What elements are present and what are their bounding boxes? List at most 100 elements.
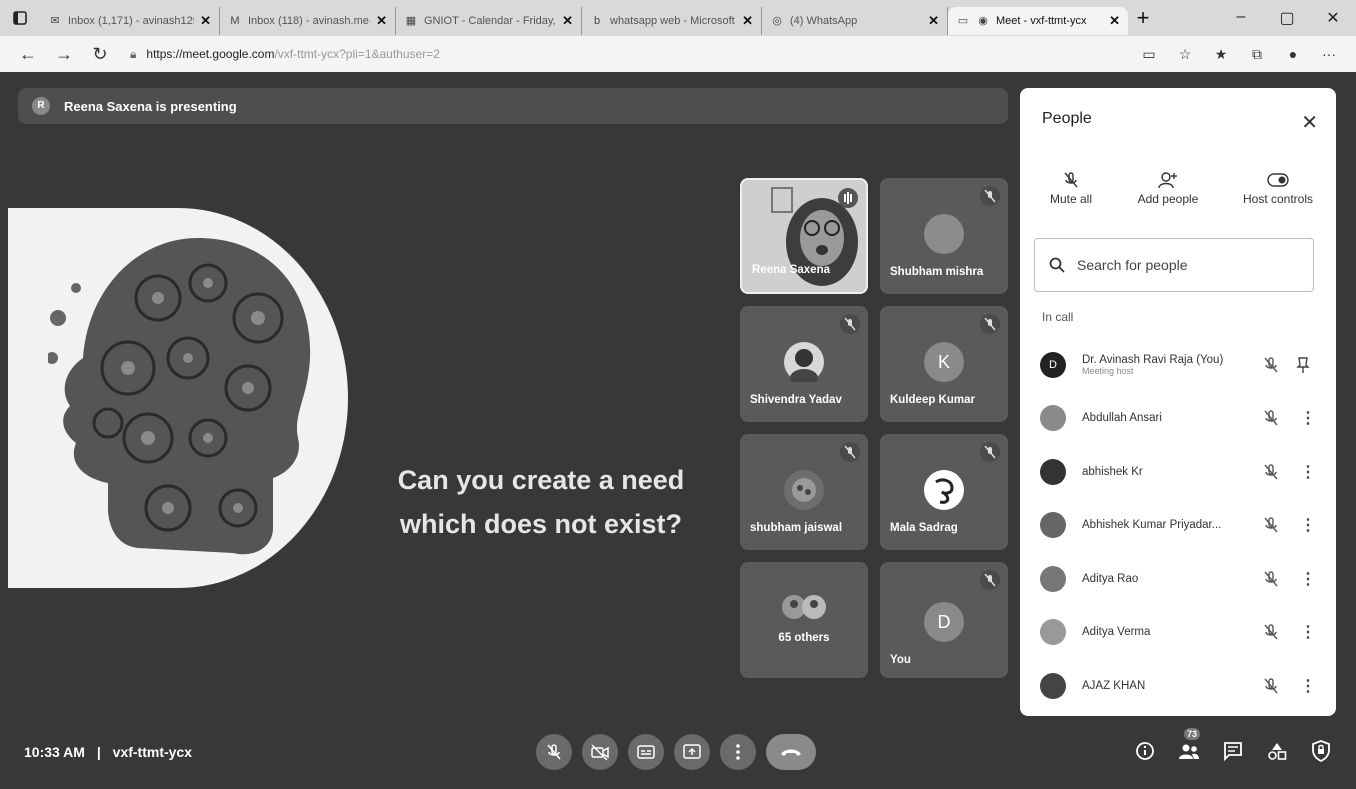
- participant-avatar: D: [1040, 351, 1066, 378]
- presenter-avatar: R: [32, 97, 50, 115]
- participant-tile[interactable]: K Kuldeep Kumar: [880, 306, 1008, 422]
- participant-row[interactable]: Abdullah Ansari ⋮: [1020, 392, 1336, 446]
- chat-button[interactable]: [1222, 738, 1244, 764]
- meeting-code: vxf-ttmt-ycx: [112, 744, 193, 760]
- participant-row[interactable]: Aditya Verma ⋮: [1020, 606, 1336, 660]
- mic-off-icon: [980, 314, 1000, 334]
- meeting-details-button[interactable]: [1134, 738, 1156, 764]
- slide-line-1: Can you create a need: [397, 465, 685, 495]
- more-menu-icon[interactable]: ···: [1318, 46, 1340, 62]
- leave-call-button[interactable]: [766, 734, 816, 770]
- mute-all-button[interactable]: Mute all: [1036, 168, 1106, 206]
- present-now-button[interactable]: [674, 734, 710, 770]
- panel-title: People: [1042, 110, 1092, 127]
- mic-off-icon[interactable]: [1262, 677, 1286, 695]
- more-options-button[interactable]: [720, 734, 756, 770]
- collections-icon[interactable]: ⧉: [1246, 46, 1268, 63]
- close-tab-icon[interactable]: ✕: [928, 13, 939, 29]
- close-tab-icon[interactable]: ✕: [742, 13, 753, 29]
- camera-in-use-icon[interactable]: ▭: [1138, 46, 1160, 63]
- address-bar[interactable]: 🔒︎ https://meet.google.com /vxf-ttmt-ycx…: [130, 47, 440, 62]
- mic-off-icon[interactable]: [1262, 570, 1286, 588]
- restore-button[interactable]: ▢: [1264, 8, 1310, 28]
- close-tab-icon[interactable]: ✕: [1109, 13, 1120, 29]
- add-favorite-icon[interactable]: ☆: [1174, 46, 1196, 63]
- browser-tab-meet[interactable]: ▭ ◉ Meet - vxf-ttmt-ycx ✕: [948, 7, 1128, 35]
- minimize-button[interactable]: –: [1218, 8, 1264, 28]
- participant-tile[interactable]: shubham jaiswal: [740, 434, 868, 550]
- close-tab-icon[interactable]: ✕: [562, 13, 573, 29]
- host-controls-button[interactable]: Host controls: [1230, 168, 1326, 206]
- more-options-icon[interactable]: ⋮: [1296, 462, 1320, 482]
- browser-tab-whatsapp[interactable]: ◎ (4) WhatsApp ✕: [762, 7, 948, 35]
- slide-line-2: which does not exist?: [399, 509, 683, 539]
- more-options-icon[interactable]: ⋮: [1296, 408, 1320, 428]
- close-panel-button[interactable]: ✕: [1301, 110, 1318, 135]
- new-tab-button[interactable]: +: [1128, 5, 1158, 31]
- participant-photo: [1040, 512, 1066, 539]
- self-tile[interactable]: D You: [880, 562, 1008, 678]
- participant-photo: [1040, 672, 1066, 699]
- mic-off-icon[interactable]: [1262, 623, 1286, 641]
- participant-row[interactable]: AJAZ KHAN ⋮: [1020, 659, 1336, 713]
- more-options-icon[interactable]: ⋮: [1296, 515, 1320, 535]
- favorites-icon[interactable]: ★: [1210, 46, 1232, 63]
- browser-extensions: ▭ ☆ ★ ⧉ ● ···: [1138, 46, 1346, 63]
- participant-row-host[interactable]: D Dr. Avinash Ravi Raja (You) Meeting ho…: [1020, 338, 1336, 392]
- mute-all-label: Mute all: [1049, 192, 1093, 206]
- participant-photo: [1040, 565, 1066, 592]
- participant-tile[interactable]: Mala Sadrag: [880, 434, 1008, 550]
- back-button[interactable]: ←: [10, 40, 46, 68]
- add-people-label: Add people: [1137, 192, 1199, 206]
- captions-button[interactable]: [628, 734, 664, 770]
- people-panel: People ✕ Mute all Add people Host contro…: [1020, 88, 1336, 716]
- participant-avatar: [924, 214, 964, 254]
- window-controls: – ▢ ✕: [1218, 8, 1356, 28]
- close-tab-icon[interactable]: ✕: [376, 13, 387, 29]
- mic-off-icon[interactable]: [1262, 409, 1286, 427]
- browser-tab-outlook[interactable]: ✉ Inbox (1,171) - avinash129 ✕: [40, 7, 220, 35]
- more-options-icon[interactable]: ⋮: [1296, 676, 1320, 696]
- screen-share-icon: ▭: [957, 15, 969, 27]
- participant-tile[interactable]: Reena Saxena: [740, 178, 868, 294]
- tab-title: (4) WhatsApp: [790, 15, 858, 27]
- profile-avatar[interactable]: ●: [1282, 46, 1304, 62]
- close-tab-icon[interactable]: ✕: [200, 13, 211, 29]
- activities-icon: [1268, 743, 1287, 760]
- camera-toggle-button[interactable]: [582, 734, 618, 770]
- lock-icon[interactable]: 🔒︎: [130, 47, 136, 62]
- shared-screen-slide: Can you create a need which does not exi…: [8, 208, 738, 608]
- activities-button[interactable]: [1266, 738, 1288, 764]
- participant-row[interactable]: Aditya Rao ⋮: [1020, 552, 1336, 606]
- more-options-icon[interactable]: ⋮: [1296, 569, 1320, 589]
- participant-row[interactable]: abhishek Kr ⋮: [1020, 445, 1336, 499]
- participant-tile[interactable]: Shivendra Yadav: [740, 306, 868, 422]
- close-window-button[interactable]: ✕: [1310, 8, 1356, 28]
- participant-name: Aditya Rao: [1082, 572, 1139, 585]
- browser-tab-bing[interactable]: b whatsapp web - Microsoft ✕: [582, 7, 762, 35]
- participant-row[interactable]: Abhishek Kumar Priyadar... ⋮: [1020, 499, 1336, 553]
- more-vert-icon: [736, 744, 740, 760]
- forward-button[interactable]: →: [46, 40, 82, 68]
- others-tile[interactable]: 65 others: [740, 562, 868, 678]
- self-avatar: D: [924, 602, 964, 642]
- mic-off-icon[interactable]: [1262, 463, 1286, 481]
- more-options-icon[interactable]: ⋮: [1296, 622, 1320, 642]
- people-button[interactable]: 73: [1178, 728, 1201, 764]
- pin-icon[interactable]: [1296, 356, 1320, 374]
- add-people-button[interactable]: Add people: [1123, 168, 1213, 206]
- microphone-toggle-button[interactable]: [536, 734, 572, 770]
- host-controls-shield-button[interactable]: [1310, 738, 1332, 764]
- in-call-section-label: In call: [1042, 310, 1074, 324]
- participant-photo: [1040, 619, 1066, 646]
- participant-name: Dr. Avinash Ravi Raja (You): [1082, 353, 1224, 366]
- browser-tab-calendar[interactable]: ▦ GNIOT - Calendar - Friday, ✕: [396, 7, 582, 35]
- mic-off-icon[interactable]: [1262, 356, 1286, 374]
- people-search-input[interactable]: Search for people: [1034, 238, 1314, 292]
- browser-tab-gmail[interactable]: M Inbox (118) - avinash.me@ ✕: [220, 7, 396, 35]
- tab-title: whatsapp web - Microsoft: [610, 15, 735, 27]
- tab-actions-icon[interactable]: [0, 0, 40, 36]
- participant-tile[interactable]: Shubham mishra: [880, 178, 1008, 294]
- mic-off-icon[interactable]: [1262, 516, 1286, 534]
- refresh-button[interactable]: ↻: [82, 40, 118, 68]
